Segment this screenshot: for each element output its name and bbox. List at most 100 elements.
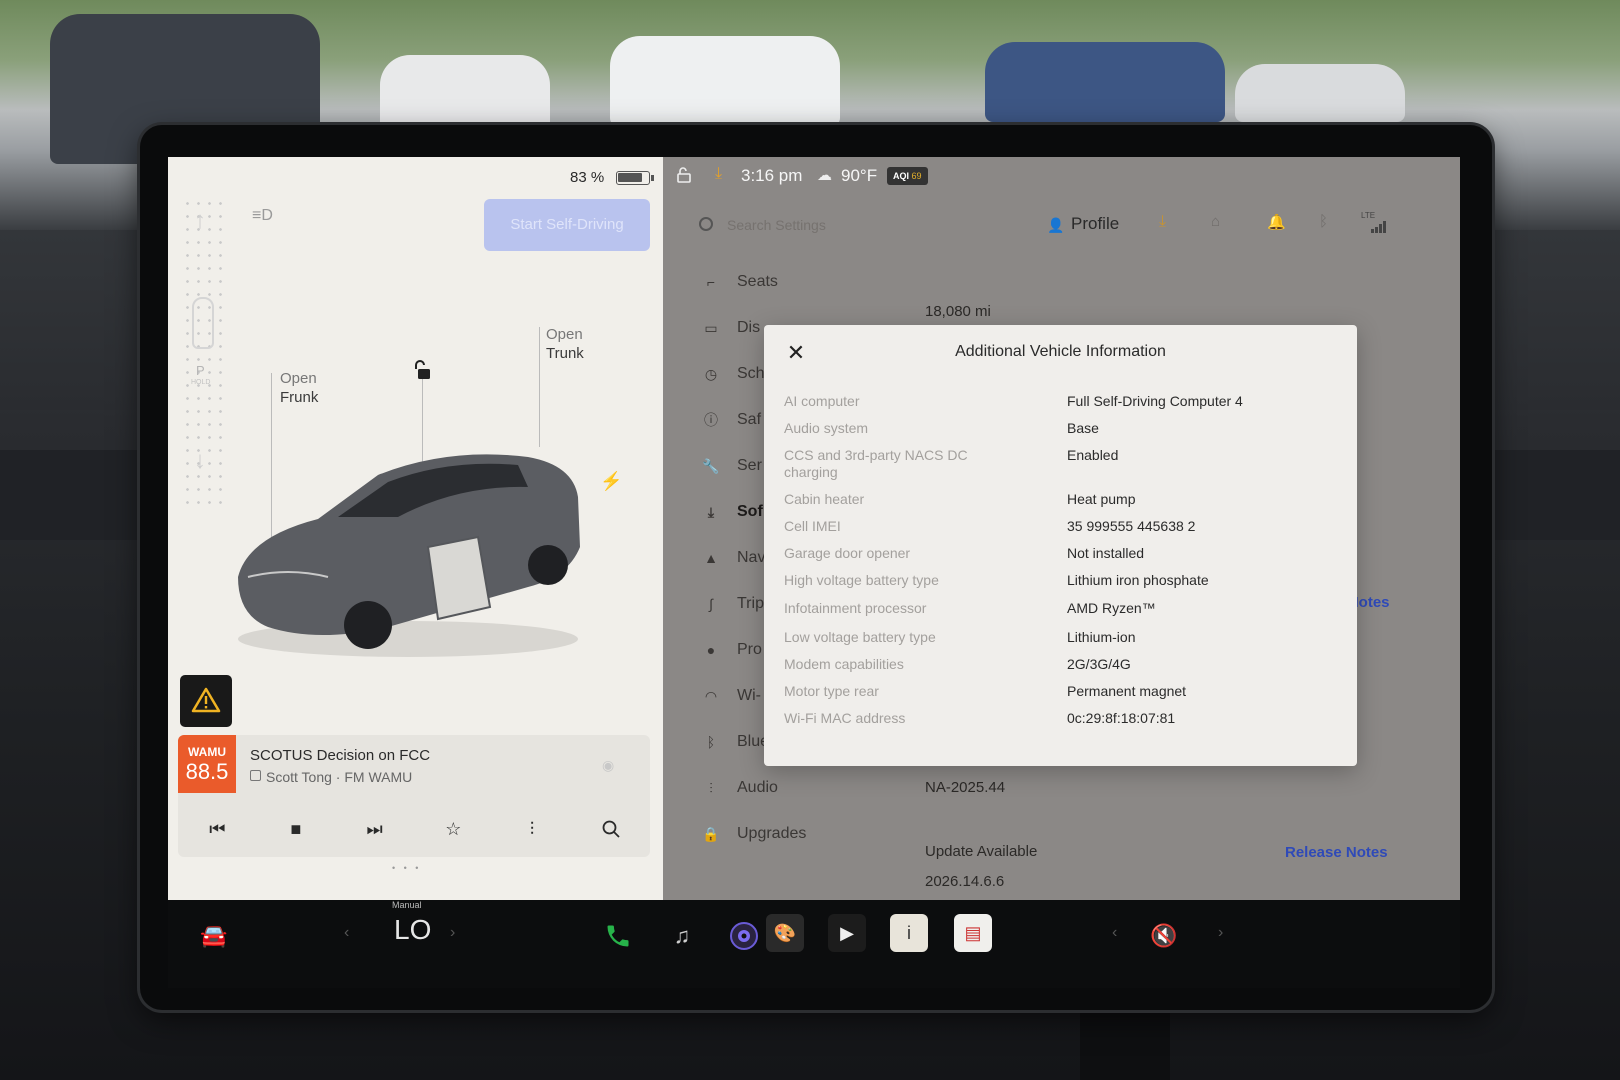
menu-item-seats[interactable]: ⌐ Seats bbox=[699, 267, 919, 297]
info-value: Base bbox=[1067, 420, 1099, 436]
menu-label: Nav bbox=[737, 549, 766, 566]
bottom-dock: 🚘 ‹ Manual LO › ♫ 🎨 ▶ i ▤ ‹ 🔇 › bbox=[168, 900, 1460, 988]
station-logo[interactable]: WAMU 88.5 bbox=[178, 735, 236, 793]
open-trunk-button[interactable]: Open Trunk bbox=[546, 325, 584, 363]
stop-button[interactable]: ■ bbox=[276, 809, 316, 849]
lock-icon: 🔒 bbox=[702, 825, 720, 842]
temp-up-chevron-icon[interactable]: › bbox=[450, 924, 455, 942]
home-icon[interactable]: ⌂ bbox=[1211, 213, 1220, 230]
station-frequency: 88.5 bbox=[185, 759, 229, 784]
menu-label: Seats bbox=[737, 273, 778, 290]
headlight-icon[interactable]: ≡D bbox=[252, 207, 278, 225]
gear-hold: HOLD bbox=[191, 379, 211, 386]
menu-label: Audio bbox=[737, 779, 778, 796]
car-button[interactable]: 🚘 bbox=[194, 914, 234, 958]
download-icon[interactable]: ⤓ bbox=[715, 165, 722, 183]
person-icon: 👤 bbox=[1047, 217, 1065, 233]
seat-icon: ⌐ bbox=[706, 274, 716, 290]
signal-icon bbox=[1371, 221, 1386, 233]
schedule-icon: ◷ bbox=[704, 365, 718, 382]
open-frunk-button[interactable]: Open Frunk bbox=[280, 369, 318, 407]
menu-label: Sch bbox=[737, 365, 765, 382]
climate-temperature[interactable]: LO bbox=[394, 914, 431, 946]
menu-label: Trip bbox=[737, 595, 764, 612]
previous-track-button[interactable]: ⏮ bbox=[197, 809, 237, 849]
search-icon bbox=[699, 217, 713, 231]
temp-down-chevron-icon[interactable]: ‹ bbox=[344, 924, 349, 942]
start-self-driving-button[interactable]: Start Self-Driving bbox=[484, 199, 650, 251]
volume-button[interactable]: 🔇 bbox=[1144, 914, 1184, 958]
info-key: Audio system bbox=[784, 420, 869, 436]
bluetooth-icon: ᛒ bbox=[706, 734, 716, 750]
dialog-title: Additional Vehicle Information bbox=[955, 343, 1166, 360]
info-value: 0c:29:8f:18:07:81 bbox=[1067, 710, 1176, 726]
car-render bbox=[238, 454, 580, 657]
menu-item-upgrades[interactable]: 🔒 Upgrades bbox=[699, 819, 919, 849]
unlock-icon[interactable] bbox=[677, 167, 691, 183]
menu-label: Dis bbox=[737, 319, 761, 336]
audio-icon: ⫶ bbox=[709, 779, 713, 796]
volume-down-chevron-icon[interactable]: ‹ bbox=[1112, 924, 1117, 942]
menu-label: Sof bbox=[737, 503, 763, 520]
download-icon[interactable]: ⤓ bbox=[1159, 213, 1166, 231]
battery-icon bbox=[616, 171, 650, 185]
menu-item-audio[interactable]: ⫶ Audio bbox=[699, 773, 919, 803]
info-value: Full Self-Driving Computer 4 bbox=[1067, 393, 1243, 409]
update-status: Update Available bbox=[925, 843, 1038, 860]
camera-button[interactable] bbox=[724, 914, 764, 958]
menu-label: Ser bbox=[737, 457, 762, 474]
info-key: Cell IMEI bbox=[784, 518, 841, 534]
car-icon: 🚘 bbox=[200, 923, 228, 948]
odometer-value: 18,080 mi bbox=[925, 303, 991, 320]
outside-temperature: 90°F bbox=[841, 166, 878, 185]
track-title: SCOTUS Decision on FCC bbox=[250, 747, 431, 764]
search-settings-input[interactable] bbox=[727, 213, 987, 237]
media-search-button[interactable] bbox=[591, 809, 631, 849]
music-button[interactable]: ♫ bbox=[662, 914, 702, 958]
favorite-button[interactable]: ☆ bbox=[433, 809, 473, 849]
track-subtitle: Scott Tong · FM WAMU bbox=[266, 769, 413, 785]
info-value: 2G/3G/4G bbox=[1067, 656, 1131, 672]
volume-up-chevron-icon[interactable]: › bbox=[1218, 924, 1223, 942]
warning-icon bbox=[191, 687, 221, 712]
warning-button[interactable] bbox=[180, 675, 232, 727]
mute-icon: 🔇 bbox=[1150, 923, 1178, 948]
station-name: WAMU bbox=[188, 745, 226, 759]
audio-output-icon[interactable]: ◉ bbox=[602, 757, 614, 774]
next-track-button[interactable]: ⏭ bbox=[355, 809, 395, 849]
equalizer-button[interactable]: ⫶ bbox=[512, 809, 552, 849]
gear-selector[interactable]: ↑ P HOLD ↓ bbox=[182, 197, 222, 512]
profile-icon: ● bbox=[706, 642, 716, 658]
star-icon: ☆ bbox=[445, 818, 462, 839]
climate-mode: Manual bbox=[392, 900, 422, 910]
clock: 3:16 pm bbox=[741, 166, 803, 185]
media-player: WAMU 88.5 SCOTUS Decision on FCC Scott T… bbox=[178, 735, 650, 857]
search-icon bbox=[602, 820, 620, 838]
info-key: High voltage battery type bbox=[784, 572, 939, 588]
trunk-label-line2: Trunk bbox=[546, 345, 584, 362]
charge-port-icon[interactable]: ⚡ bbox=[600, 471, 622, 492]
theater-button[interactable]: ▶ bbox=[828, 914, 866, 952]
lte-label: LTE bbox=[1361, 211, 1376, 220]
phone-button[interactable] bbox=[598, 914, 638, 958]
menu-label: Pro bbox=[737, 641, 762, 658]
calendar-icon: ▤ bbox=[964, 922, 982, 943]
media-controls: ⏮ ■ ⏭ ☆ ⫶ bbox=[178, 805, 650, 853]
bell-icon[interactable]: 🔔 bbox=[1267, 213, 1286, 231]
battery-nub bbox=[651, 175, 654, 181]
calendar-button[interactable]: ▤ bbox=[954, 914, 992, 952]
profile-button[interactable]: Profile bbox=[1071, 214, 1119, 234]
arrow-down-icon: ↓ bbox=[194, 447, 206, 474]
toybox-button[interactable]: 🎨 bbox=[766, 914, 804, 952]
previous-icon: ⏮ bbox=[209, 818, 226, 839]
release-notes-link[interactable]: Release Notes bbox=[1285, 844, 1388, 861]
info-value: Enabled bbox=[1067, 447, 1119, 463]
bluetooth-icon[interactable]: ᛒ bbox=[1319, 213, 1328, 230]
unlock-icon[interactable] bbox=[412, 359, 434, 381]
new-version: 2026.14.6.6 bbox=[925, 873, 1005, 890]
manual-button[interactable]: i bbox=[890, 914, 928, 952]
additional-vehicle-info-dialog: ✕ Additional Vehicle Information AI comp… bbox=[764, 325, 1357, 766]
background-car bbox=[380, 55, 550, 135]
info-value: Not installed bbox=[1067, 545, 1145, 561]
photo-scene: 83 % Start Self-Driving ≡D ↑ P HOLD ↓ Op… bbox=[0, 0, 1620, 1080]
